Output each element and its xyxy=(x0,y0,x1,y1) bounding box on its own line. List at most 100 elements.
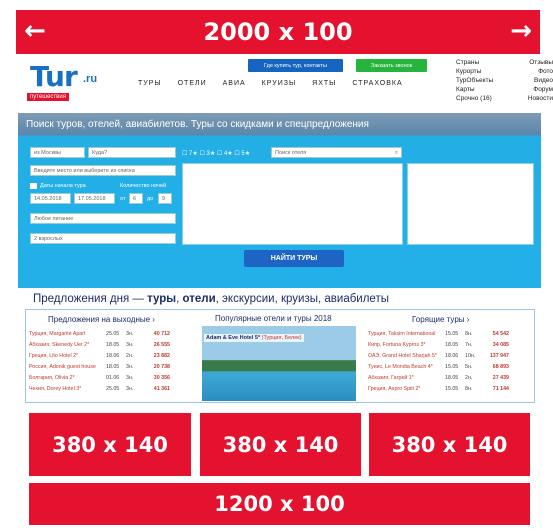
offer-nights: 8н. xyxy=(465,331,473,337)
hotel-place: (Турция, Белек) xyxy=(261,335,302,341)
link-countries[interactable]: Страны xyxy=(456,58,493,67)
link-resorts[interactable]: Курорты xyxy=(456,67,493,76)
link-reviews[interactable]: Отзывы xyxy=(528,58,553,67)
weekend-row[interactable]: Россия, Adonik guest house 18.05 3н. 20 738 xyxy=(29,364,170,370)
link-forum[interactable]: Форум xyxy=(528,85,553,94)
where-to-buy-button[interactable]: Где купить тур, контакты xyxy=(248,59,343,72)
offer-nights: 2н. xyxy=(465,375,473,381)
offer-nights: 7н. xyxy=(465,342,473,348)
offers-title-hotels[interactable]: отели xyxy=(183,293,216,305)
nav-hotels[interactable]: ОТЕЛИ xyxy=(178,80,207,87)
destination-select[interactable]: Куда? xyxy=(88,147,176,158)
link-maps[interactable]: Карты xyxy=(456,85,493,94)
page: { "top_banner": { "label": "2000 x 100",… xyxy=(0,0,553,532)
offer-price: 27 439 xyxy=(492,375,509,381)
top-banner-label: 2000 x 100 xyxy=(203,18,353,46)
ad-box-1[interactable]: 380 x 140 xyxy=(29,413,191,476)
nights-from-input[interactable]: 6 xyxy=(129,193,143,204)
date-to-input[interactable]: 17.05.2018 xyxy=(74,193,115,204)
hot-tour-row[interactable]: Тунис, Le Mondia Beach 4* 15.05 5н. 68 893 xyxy=(368,364,509,370)
ad-box-2[interactable]: 380 x 140 xyxy=(200,413,361,476)
offer-date: 25.05 xyxy=(106,331,120,337)
hot-tour-row[interactable]: Турция, Taksim International 15.05 8н. 54 5… xyxy=(368,331,509,337)
adults-select[interactable]: 2 взрослых xyxy=(30,233,176,244)
weekend-row[interactable]: Болгария, Olivia 2* 01.06 3н. 30 356 xyxy=(29,375,170,381)
offer-date: 18.05 xyxy=(445,375,459,381)
offer-nights: 3н. xyxy=(126,375,134,381)
stars-5-label: 5 xyxy=(241,151,245,157)
popular-title: Популярные отели и туры 2018 xyxy=(215,314,332,323)
link-tourobjects[interactable]: ТурОбъекты xyxy=(456,76,493,85)
link-news[interactable]: Новости xyxy=(528,94,553,103)
weekend-row[interactable]: Турция, Margarite Apart 25.05 3н. 40 712 xyxy=(29,331,170,337)
top-banner[interactable]: ← 2000 x 100 → xyxy=(16,10,540,54)
link-video[interactable]: Видео xyxy=(528,76,553,85)
hotels-list[interactable] xyxy=(407,163,534,245)
offer-name: Россия, Adonik guest house xyxy=(29,364,96,370)
hotel-search-input[interactable]: Поиск отеля ⌕ xyxy=(271,147,402,158)
logo[interactable]: Tur .ru путешествия xyxy=(25,60,105,106)
offer-nights: 3н. xyxy=(126,331,134,337)
hot-tours-title[interactable]: Горящие туры › xyxy=(412,315,469,324)
date-from-input[interactable]: 14.05.2018 xyxy=(30,193,71,204)
offer-name: Турция, Margarite Apart xyxy=(29,331,86,337)
weekend-row[interactable]: Греция, Lito Hotel 2* 18.06 2н. 23 882 xyxy=(29,353,170,359)
offer-nights: 3н. xyxy=(126,364,134,370)
hot-tour-row[interactable]: ОАЭ, Grand Hotel Sharjah 5* 18.06 10н. 137 … xyxy=(368,353,509,359)
offer-date: 15.05 xyxy=(445,364,459,370)
search-icon[interactable]: ⌕ xyxy=(395,150,398,156)
nights-label: Количество ночей xyxy=(120,183,167,189)
offer-price: 54 542 xyxy=(492,331,509,337)
weekend-title[interactable]: Предложения на выходные › xyxy=(48,315,155,324)
offer-date: 18.05 xyxy=(445,342,459,348)
logo-domain: .ru xyxy=(83,73,98,85)
arrow-right-icon[interactable]: → xyxy=(510,18,532,44)
ad-box-3[interactable]: 380 x 140 xyxy=(369,413,530,476)
nav-tours[interactable]: ТУРЫ xyxy=(138,80,162,87)
hot-tour-row[interactable]: Кипр, Fortuna Kypros 3* 18.05 7н. 34 085 xyxy=(368,342,509,348)
place-input[interactable]: Введите место или выберите из списка xyxy=(30,165,176,176)
resorts-list[interactable] xyxy=(182,163,403,245)
weekend-row[interactable]: Абхазия, Skenedy Uer 2* 18.05 3н. 26 555 xyxy=(29,342,170,348)
departure-city-select[interactable]: из Москвы xyxy=(30,147,85,158)
popular-hotel-image[interactable]: Adam & Eve Hotel 5* (Турция, Белек) xyxy=(202,326,356,401)
stars-4[interactable]: ☐ 4★ xyxy=(217,151,233,157)
offer-nights: 3н. xyxy=(126,386,134,392)
stars-3[interactable]: ☐ 3★ xyxy=(199,151,215,157)
find-tours-button[interactable]: НАЙТИ ТУРЫ xyxy=(244,250,344,267)
offer-price: 34 085 xyxy=(492,342,509,348)
offers-title-tours[interactable]: туры xyxy=(147,293,176,305)
nav-yachts[interactable]: ЯХТЫ xyxy=(312,80,336,87)
nav-cruises[interactable]: КРУИЗЫ xyxy=(262,80,297,87)
nav-insurance[interactable]: СТРАХОВКА xyxy=(352,80,402,87)
offer-name: Кипр, Fortuna Kypros 3* xyxy=(368,342,426,348)
meal-select[interactable]: Любое питание xyxy=(30,213,176,224)
offer-name: Абхазия, Skenedy Uer 2* xyxy=(29,342,90,348)
weekend-row[interactable]: Чехия, Dorey Hotel 3* 25.05 3н. 41 361 xyxy=(29,386,170,392)
nights-to-label: до xyxy=(147,196,154,202)
offer-nights: 5н. xyxy=(465,364,473,370)
popular-hotel-tag: Adam & Eve Hotel 5* (Турция, Белек) xyxy=(204,334,304,342)
bottom-banner[interactable]: 1200 x 100 xyxy=(29,483,530,525)
offer-price: 137 947 xyxy=(489,353,509,359)
stars-4-label: 4 xyxy=(223,151,228,157)
dates-checkbox[interactable] xyxy=(30,183,37,189)
offer-name: Греция, Aspro Spiti 2* xyxy=(368,386,421,392)
hot-tour-row[interactable]: Греция, Aspro Spiti 2* 15.05 8н. 71 144 xyxy=(368,386,509,392)
arrow-left-icon[interactable]: ← xyxy=(24,18,46,44)
offer-name: Абхазия, Гагрей 1* xyxy=(368,375,414,381)
nights-from-label: от xyxy=(120,196,126,202)
hot-tour-row[interactable]: Абхазия, Гагрей 1* 18.05 2н. 27 439 xyxy=(368,375,509,381)
offer-name: ОАЭ, Grand Hotel Sharjah 5* xyxy=(368,353,437,359)
stars-5[interactable]: ☐ 5★ xyxy=(234,151,250,157)
offers-title-rest: , экскурсии, круизы, авиабилеты xyxy=(215,293,389,305)
hotel-search-placeholder: Поиск отеля xyxy=(275,150,307,156)
stars-7-label: 7 xyxy=(189,151,193,157)
link-photo[interactable]: Фото xyxy=(528,67,553,76)
site-header: Tur .ru путешествия Где купить тур, конт… xyxy=(25,58,553,110)
stars-7[interactable]: ☐ 7★ xyxy=(182,151,198,157)
link-urgent[interactable]: Срочно (16) xyxy=(456,94,493,103)
nav-avia[interactable]: АВИА xyxy=(223,80,246,87)
call-request-button[interactable]: Заказать звонок xyxy=(356,59,427,72)
nights-to-input[interactable]: 9 xyxy=(158,193,172,204)
